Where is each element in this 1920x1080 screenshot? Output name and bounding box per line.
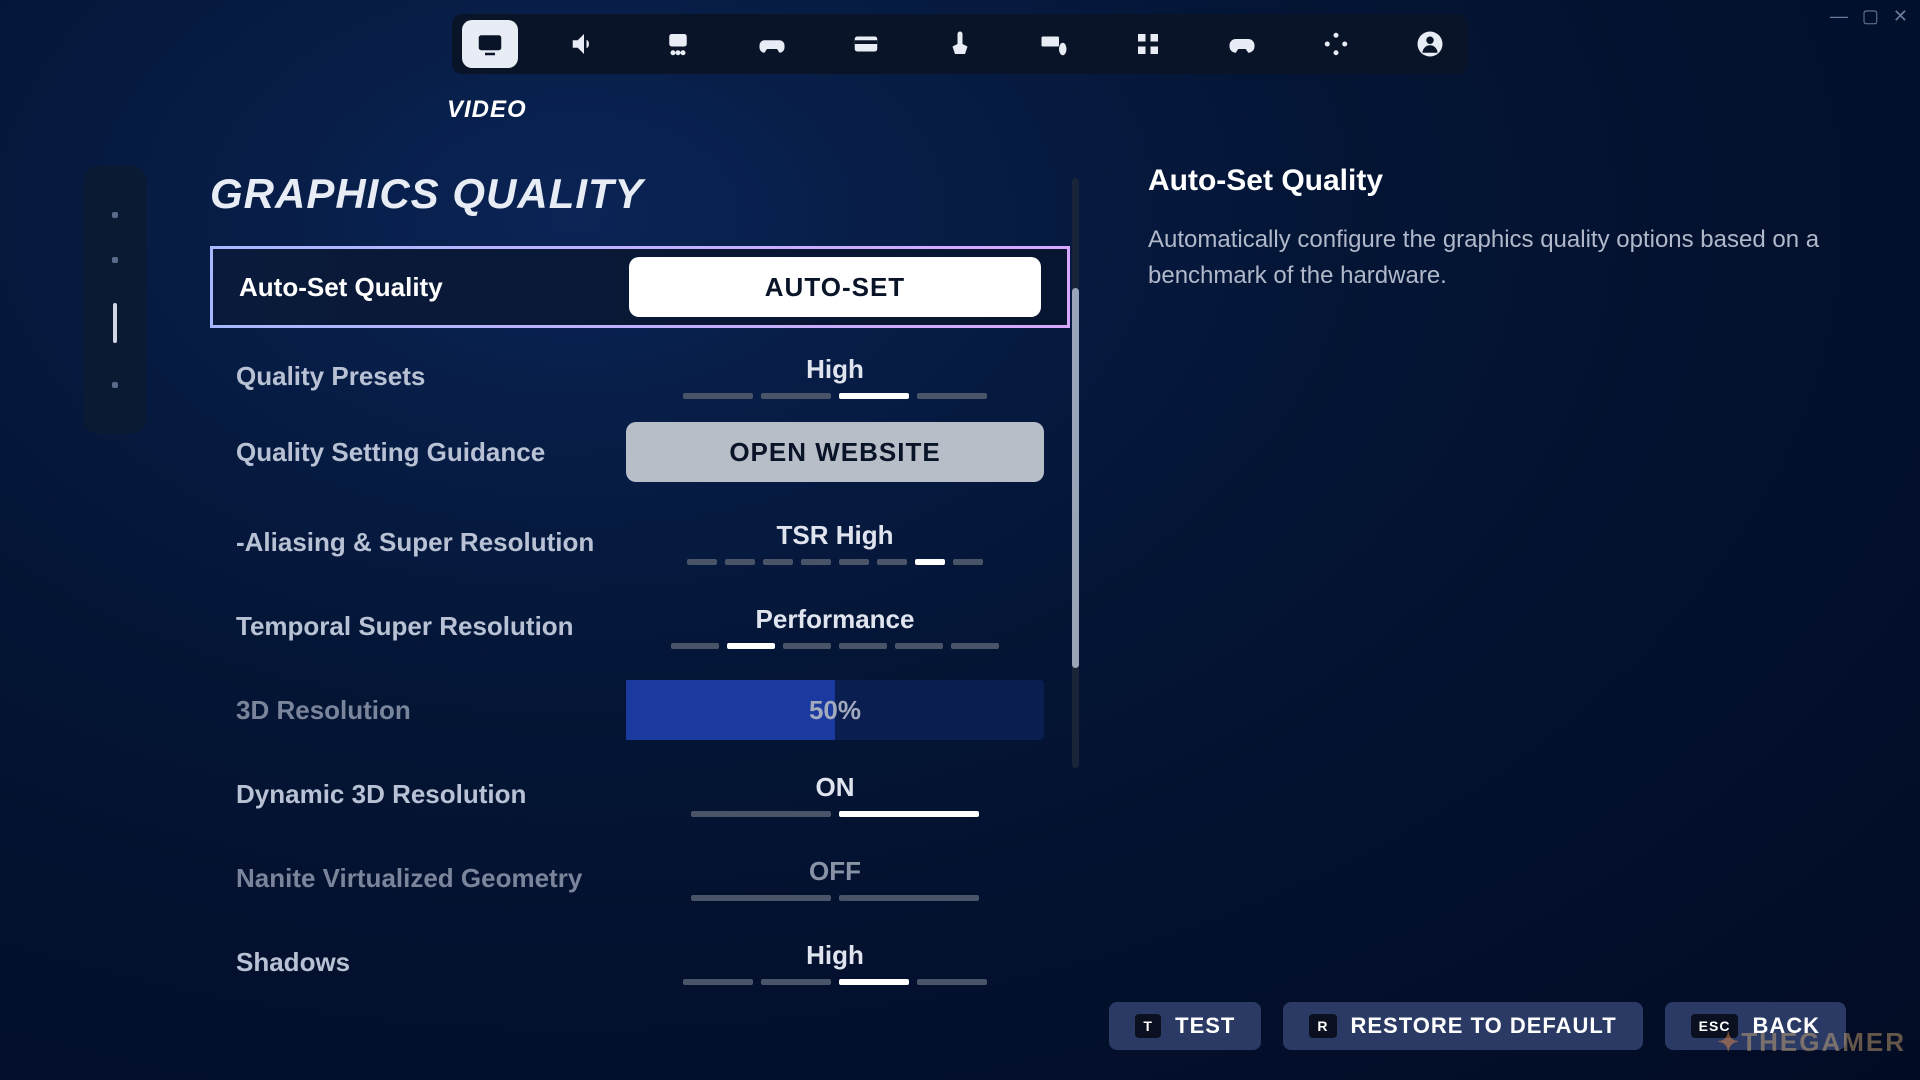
close-icon[interactable]: ✕ — [1893, 6, 1908, 27]
button-label: RESTORE TO DEFAULT — [1351, 1013, 1617, 1039]
tab-gamepad[interactable] — [1214, 20, 1270, 68]
setting-value[interactable]: Performance — [626, 604, 1044, 649]
tab-card[interactable] — [838, 20, 894, 68]
pip[interactable] — [112, 382, 118, 388]
row-tsr[interactable]: Temporal Super Resolution Performance — [210, 588, 1070, 664]
maximize-icon[interactable]: ▢ — [1862, 6, 1879, 27]
row-antialiasing[interactable]: -Aliasing & Super Resolution TSR High — [210, 504, 1070, 580]
setting-label: Quality Setting Guidance — [236, 437, 626, 468]
setting-value[interactable]: ON — [626, 772, 1044, 817]
setting-label: -Aliasing & Super Resolution — [236, 527, 626, 558]
section-title: GRAPHICS QUALITY — [210, 170, 1070, 218]
watermark: ✦THEGAMER — [1717, 1027, 1906, 1058]
setting-label: 3D Resolution — [236, 695, 626, 726]
row-3d-resolution[interactable]: 3D Resolution 50% — [210, 672, 1070, 748]
window-controls: — ▢ ✕ — [1830, 6, 1908, 27]
tab-controller[interactable] — [744, 20, 800, 68]
description-panel: Auto-Set Quality Automatically configure… — [1148, 164, 1838, 294]
pip[interactable] — [112, 212, 118, 218]
value-text: High — [806, 940, 864, 971]
value-text: High — [806, 354, 864, 385]
value-text: 50% — [809, 695, 861, 726]
setting-value[interactable]: High — [626, 354, 1044, 399]
setting-label: Dynamic 3D Resolution — [236, 779, 626, 810]
tab-mouse-keyboard[interactable] — [1026, 20, 1082, 68]
row-dynamic-3d[interactable]: Dynamic 3D Resolution ON — [210, 756, 1070, 832]
settings-list: GRAPHICS QUALITY Auto-Set Quality AUTO-S… — [210, 170, 1070, 1060]
minimize-icon[interactable]: — — [1830, 6, 1848, 27]
setting-value[interactable]: OFF — [626, 856, 1044, 901]
scrollbar[interactable] — [1072, 178, 1079, 768]
segment-bar — [691, 811, 979, 817]
settings-tab-bar — [452, 14, 1468, 74]
value-text: ON — [816, 772, 855, 803]
segment-bar — [683, 979, 987, 985]
button-label: TEST — [1175, 1013, 1235, 1039]
test-button[interactable]: T TEST — [1109, 1002, 1261, 1050]
setting-label: Auto-Set Quality — [239, 272, 629, 303]
row-auto-set-quality[interactable]: Auto-Set Quality AUTO-SET — [210, 246, 1070, 328]
tab-account[interactable] — [1402, 20, 1458, 68]
key-hint: T — [1135, 1014, 1161, 1038]
setting-value[interactable]: High — [626, 940, 1044, 985]
tab-game-ui[interactable] — [650, 20, 706, 68]
setting-label: Quality Presets — [236, 361, 626, 392]
value-text: OFF — [809, 856, 861, 887]
tab-grid[interactable] — [1120, 20, 1176, 68]
segment-bar — [671, 643, 999, 649]
row-quality-presets[interactable]: Quality Presets High — [210, 338, 1070, 414]
tab-video[interactable] — [462, 20, 518, 68]
row-quality-guidance[interactable]: Quality Setting Guidance OPEN WEBSITE — [210, 414, 1070, 490]
tab-touch[interactable] — [932, 20, 988, 68]
open-website-button[interactable]: OPEN WEBSITE — [626, 422, 1044, 482]
description-text: Automatically configure the graphics qua… — [1148, 222, 1838, 294]
pip[interactable] — [112, 257, 118, 263]
setting-value[interactable]: TSR High — [626, 520, 1044, 565]
segment-bar — [683, 393, 987, 399]
setting-label: Temporal Super Resolution — [236, 611, 626, 642]
pip-active[interactable] — [113, 303, 117, 343]
segment-bar — [691, 895, 979, 901]
setting-label: Nanite Virtualized Geometry — [236, 863, 626, 894]
restore-default-button[interactable]: R RESTORE TO DEFAULT — [1283, 1002, 1642, 1050]
tab-cross[interactable] — [1308, 20, 1364, 68]
slider-fill — [626, 680, 835, 740]
setting-label: Shadows — [236, 947, 626, 978]
value-text: Performance — [756, 604, 915, 635]
row-nanite[interactable]: Nanite Virtualized Geometry OFF — [210, 840, 1070, 916]
tab-audio[interactable] — [556, 20, 612, 68]
value-text: TSR High — [777, 520, 894, 551]
segment-bar — [687, 559, 983, 565]
resolution-slider[interactable]: 50% — [626, 680, 1044, 740]
active-tab-label: VIDEO — [447, 96, 527, 124]
row-shadows[interactable]: Shadows High — [210, 924, 1070, 1000]
description-title: Auto-Set Quality — [1148, 164, 1838, 198]
section-pips — [84, 166, 146, 434]
key-hint: R — [1309, 1014, 1336, 1038]
scrollbar-thumb[interactable] — [1072, 288, 1079, 668]
auto-set-button[interactable]: AUTO-SET — [629, 257, 1041, 317]
